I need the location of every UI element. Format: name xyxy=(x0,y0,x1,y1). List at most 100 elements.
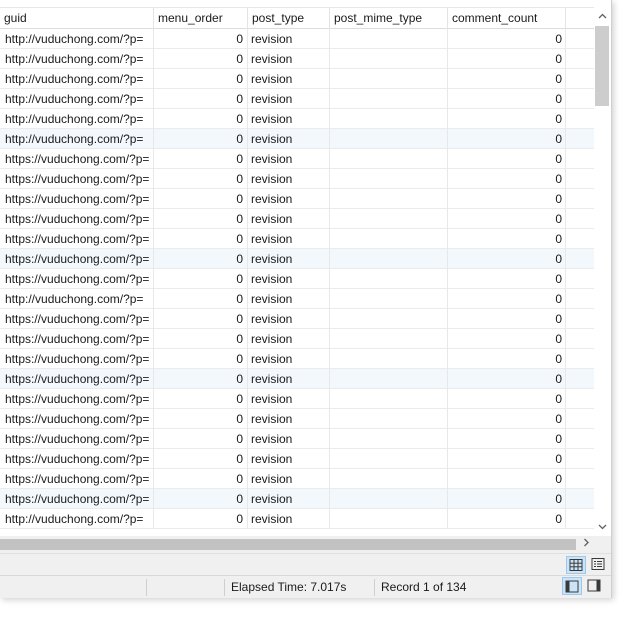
cell-comment-count[interactable]: 0 xyxy=(448,389,566,409)
cell-comment-count[interactable]: 0 xyxy=(448,29,566,49)
cell-guid[interactable]: https://vuduchong.com/?p= xyxy=(0,469,154,489)
cell-post-type[interactable]: revision xyxy=(248,89,330,109)
cell-post-mime-type[interactable] xyxy=(330,69,448,89)
cell-post-type[interactable]: revision xyxy=(248,229,330,249)
cell-post-type[interactable]: revision xyxy=(248,489,330,509)
cell-guid[interactable]: https://vuduchong.com/?p= xyxy=(0,429,154,449)
cell-post-mime-type[interactable] xyxy=(330,249,448,269)
table-row[interactable]: https://vuduchong.com/?p= 0 revision 0 xyxy=(0,249,594,269)
cell-guid[interactable]: http://vuduchong.com/?p= xyxy=(0,109,154,129)
cell-post-mime-type[interactable] xyxy=(330,409,448,429)
cell-comment-count[interactable]: 0 xyxy=(448,509,566,529)
cell-post-type[interactable]: revision xyxy=(248,329,330,349)
cell-post-mime-type[interactable] xyxy=(330,429,448,449)
table-row[interactable]: http://vuduchong.com/?p= 0 revision 0 xyxy=(0,29,594,49)
cell-guid[interactable]: https://vuduchong.com/?p= xyxy=(0,489,154,509)
table-row[interactable]: http://vuduchong.com/?p= 0 revision 0 xyxy=(0,109,594,129)
cell-comment-count[interactable]: 0 xyxy=(448,489,566,509)
chevron-down-icon[interactable] xyxy=(594,519,611,536)
cell-menu-order[interactable]: 0 xyxy=(154,49,248,69)
panel-left-button[interactable] xyxy=(562,577,582,595)
cell-post-mime-type[interactable] xyxy=(330,309,448,329)
cell-menu-order[interactable]: 0 xyxy=(154,249,248,269)
cell-post-mime-type[interactable] xyxy=(330,469,448,489)
cell-post-mime-type[interactable] xyxy=(330,389,448,409)
cell-post-type[interactable]: revision xyxy=(248,169,330,189)
cell-menu-order[interactable]: 0 xyxy=(154,149,248,169)
cell-post-mime-type[interactable] xyxy=(330,509,448,529)
cell-post-type[interactable]: revision xyxy=(248,309,330,329)
cell-post-type[interactable]: revision xyxy=(248,449,330,469)
cell-guid[interactable]: https://vuduchong.com/?p= xyxy=(0,389,154,409)
table-row[interactable]: https://vuduchong.com/?p= 0 revision 0 xyxy=(0,229,594,249)
column-header-guid[interactable]: guid xyxy=(0,8,154,29)
cell-guid[interactable]: http://vuduchong.com/?p= xyxy=(0,69,154,89)
table-row[interactable]: https://vuduchong.com/?p= 0 revision 0 xyxy=(0,469,594,489)
table-row[interactable]: https://vuduchong.com/?p= 0 revision 0 xyxy=(0,169,594,189)
cell-comment-count[interactable]: 0 xyxy=(448,329,566,349)
cell-guid[interactable]: https://vuduchong.com/?p= xyxy=(0,169,154,189)
table-row[interactable]: https://vuduchong.com/?p= 0 revision 0 xyxy=(0,309,594,329)
cell-menu-order[interactable]: 0 xyxy=(154,209,248,229)
table-row[interactable]: https://vuduchong.com/?p= 0 revision 0 xyxy=(0,349,594,369)
cell-comment-count[interactable]: 0 xyxy=(448,149,566,169)
cell-guid[interactable]: https://vuduchong.com/?p= xyxy=(0,149,154,169)
cell-guid[interactable]: https://vuduchong.com/?p= xyxy=(0,369,154,389)
result-grid[interactable]: guid menu_order post_type post_mime_type… xyxy=(0,0,594,536)
table-row[interactable]: https://vuduchong.com/?p= 0 revision 0 xyxy=(0,429,594,449)
chevron-up-icon[interactable] xyxy=(594,8,611,25)
cell-comment-count[interactable]: 0 xyxy=(448,469,566,489)
table-row[interactable]: https://vuduchong.com/?p= 0 revision 0 xyxy=(0,489,594,509)
cell-post-mime-type[interactable] xyxy=(330,329,448,349)
cell-guid[interactable]: http://vuduchong.com/?p= xyxy=(0,89,154,109)
cell-menu-order[interactable]: 0 xyxy=(154,169,248,189)
cell-post-type[interactable]: revision xyxy=(248,249,330,269)
cell-comment-count[interactable]: 0 xyxy=(448,209,566,229)
cell-post-mime-type[interactable] xyxy=(330,49,448,69)
cell-comment-count[interactable]: 0 xyxy=(448,189,566,209)
cell-guid[interactable]: https://vuduchong.com/?p= xyxy=(0,409,154,429)
cell-post-mime-type[interactable] xyxy=(330,169,448,189)
cell-menu-order[interactable]: 0 xyxy=(154,129,248,149)
cell-post-type[interactable]: revision xyxy=(248,109,330,129)
cell-guid[interactable]: https://vuduchong.com/?p= xyxy=(0,229,154,249)
table-row[interactable]: https://vuduchong.com/?p= 0 revision 0 xyxy=(0,149,594,169)
cell-comment-count[interactable]: 0 xyxy=(448,429,566,449)
cell-menu-order[interactable]: 0 xyxy=(154,29,248,49)
cell-guid[interactable]: http://vuduchong.com/?p= xyxy=(0,289,154,309)
cell-guid[interactable]: https://vuduchong.com/?p= xyxy=(0,329,154,349)
cell-guid[interactable]: https://vuduchong.com/?p= xyxy=(0,249,154,269)
cell-menu-order[interactable]: 0 xyxy=(154,509,248,529)
cell-comment-count[interactable]: 0 xyxy=(448,349,566,369)
cell-post-type[interactable]: revision xyxy=(248,389,330,409)
cell-post-type[interactable]: revision xyxy=(248,69,330,89)
cell-post-mime-type[interactable] xyxy=(330,449,448,469)
cell-menu-order[interactable]: 0 xyxy=(154,229,248,249)
cell-post-mime-type[interactable] xyxy=(330,29,448,49)
cell-menu-order[interactable]: 0 xyxy=(154,69,248,89)
table-row[interactable]: https://vuduchong.com/?p= 0 revision 0 xyxy=(0,449,594,469)
cell-comment-count[interactable]: 0 xyxy=(448,169,566,189)
cell-post-mime-type[interactable] xyxy=(330,289,448,309)
cell-comment-count[interactable]: 0 xyxy=(448,289,566,309)
cell-menu-order[interactable]: 0 xyxy=(154,189,248,209)
table-row[interactable]: https://vuduchong.com/?p= 0 revision 0 xyxy=(0,189,594,209)
cell-post-type[interactable]: revision xyxy=(248,429,330,449)
form-view-button[interactable] xyxy=(589,556,609,574)
cell-comment-count[interactable]: 0 xyxy=(448,269,566,289)
cell-comment-count[interactable]: 0 xyxy=(448,409,566,429)
cell-comment-count[interactable]: 0 xyxy=(448,129,566,149)
table-row[interactable]: https://vuduchong.com/?p= 0 revision 0 xyxy=(0,369,594,389)
cell-comment-count[interactable]: 0 xyxy=(448,249,566,269)
cell-post-type[interactable]: revision xyxy=(248,149,330,169)
cell-guid[interactable]: http://vuduchong.com/?p= xyxy=(0,29,154,49)
column-header-menu-order[interactable]: menu_order xyxy=(154,8,248,29)
cell-comment-count[interactable]: 0 xyxy=(448,69,566,89)
cell-post-mime-type[interactable] xyxy=(330,209,448,229)
cell-menu-order[interactable]: 0 xyxy=(154,89,248,109)
cell-menu-order[interactable]: 0 xyxy=(154,349,248,369)
table-row[interactable]: http://vuduchong.com/?p= 0 revision 0 xyxy=(0,69,594,89)
cell-menu-order[interactable]: 0 xyxy=(154,329,248,349)
vertical-scroll-thumb[interactable] xyxy=(595,26,609,106)
cell-post-type[interactable]: revision xyxy=(248,29,330,49)
